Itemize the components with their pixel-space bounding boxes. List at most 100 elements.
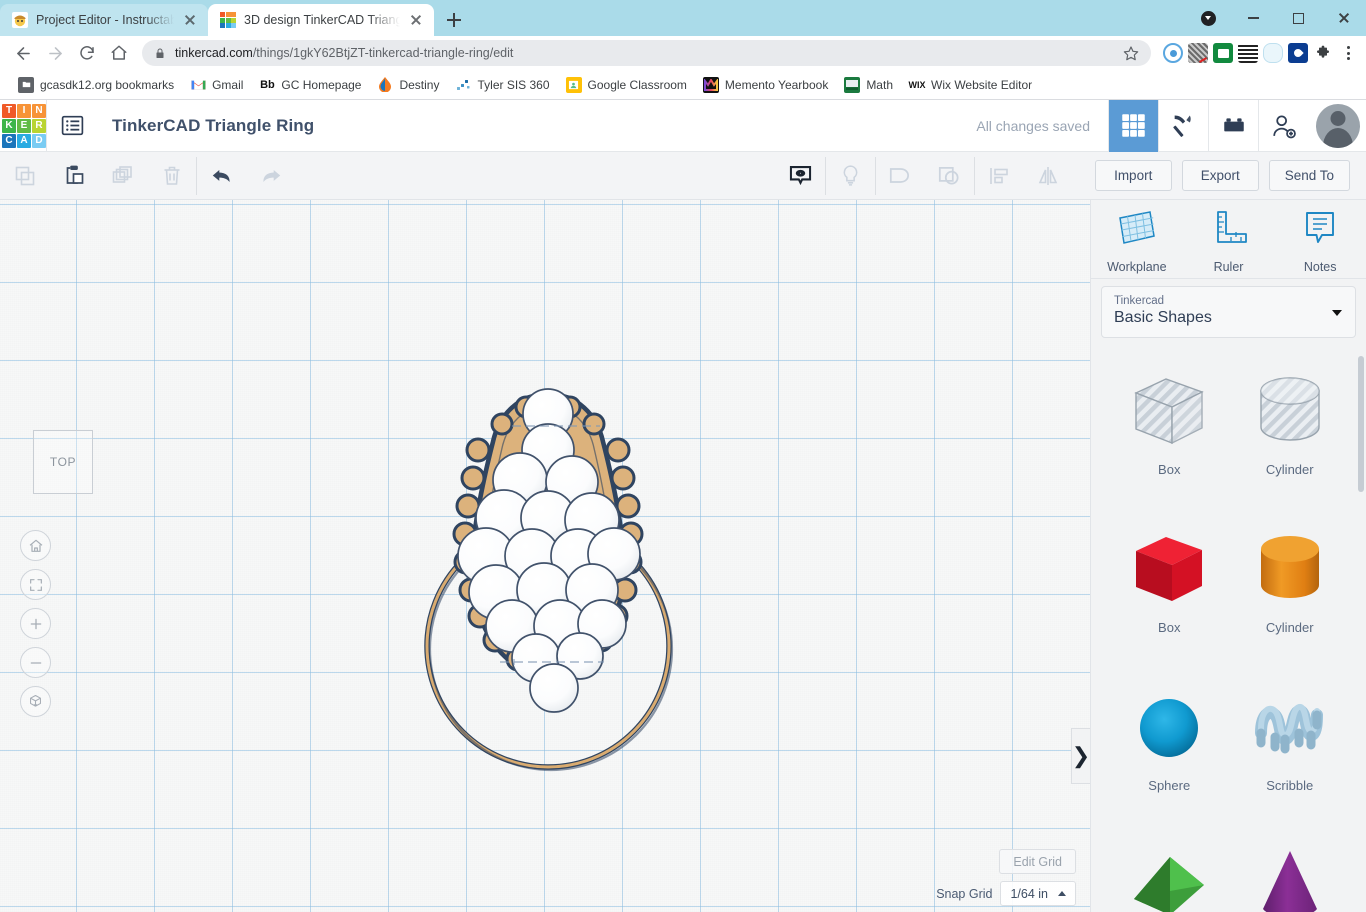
browser-tab-strip: Project Editor - Instructables 3D design… [0, 0, 1366, 36]
qr-code-icon[interactable] [1238, 43, 1258, 63]
workplane-canvas[interactable]: TOP Edit Grid Snap Grid [0, 200, 1090, 912]
perspective-toggle-button[interactable] [20, 686, 51, 717]
address-bar[interactable]: tinkercad.com/things/1gkY62BtjZT-tinkerc… [142, 40, 1151, 66]
puzzle-icon[interactable] [1313, 43, 1333, 63]
chevron-up-icon [1058, 891, 1066, 896]
ruler-tool[interactable]: Ruler [1183, 208, 1275, 278]
logo-cell: I [17, 104, 31, 118]
notes-tool[interactable]: Notes [1274, 208, 1366, 278]
hint-button[interactable] [826, 152, 875, 200]
new-tab-button[interactable] [440, 6, 468, 34]
logo-cell: K [2, 119, 16, 133]
minimize-icon[interactable] [1231, 0, 1276, 36]
panel-collapse-button[interactable]: ❯ [1071, 728, 1090, 784]
maximize-icon[interactable] [1276, 0, 1321, 36]
bookmark-item[interactable]: WIX Wix Website Editor [901, 73, 1040, 97]
shapes-panel: Workplane Ruler Notes Tinkercad Basic Sh… [1090, 200, 1366, 912]
shape-item-hollow-cylinder[interactable]: Cylinder [1230, 366, 1351, 518]
workplane-tool[interactable]: Workplane [1091, 208, 1183, 278]
shapes-scrollbar[interactable] [1358, 356, 1364, 492]
ring-model[interactable] [0, 200, 1090, 912]
avatar[interactable] [1316, 104, 1360, 148]
app-header: T I N K E R C A D TinkerCAD Triangle Rin… [0, 100, 1366, 152]
home-icon[interactable] [104, 38, 134, 68]
export-button[interactable]: Export [1182, 160, 1259, 191]
zoom-out-button[interactable] [20, 647, 51, 678]
record-icon[interactable] [1163, 43, 1183, 63]
shape-item-cone[interactable]: Cone [1230, 840, 1351, 912]
chevron-right-icon: ❯ [1072, 745, 1090, 767]
delete-button[interactable] [147, 152, 196, 200]
tinkercad-logo-icon[interactable]: T I N K E R C A D [0, 100, 46, 152]
duplicate-button[interactable] [98, 152, 147, 200]
bookmark-item[interactable]: Gmail [182, 73, 251, 97]
bookmark-item[interactable]: Destiny [369, 73, 447, 97]
home-view-button[interactable] [20, 530, 51, 561]
mirror-button[interactable] [1024, 152, 1073, 200]
scribble-icon [1244, 682, 1336, 774]
undo-button[interactable] [197, 152, 246, 200]
ungroup-button[interactable] [925, 152, 974, 200]
shape-item-cylinder[interactable]: Cylinder [1230, 524, 1351, 676]
browser-tab-2[interactable]: 3D design TinkerCAD Triangle Ri [208, 4, 434, 36]
shape-item-hollow-box[interactable]: Box [1109, 366, 1230, 518]
canvas-navigation-controls [20, 530, 51, 717]
codeblocks-button[interactable] [1158, 100, 1208, 152]
shape-item-roof[interactable]: Roof [1109, 840, 1230, 912]
logo-cell: C [2, 134, 16, 148]
shape-item-scribble[interactable]: Scribble [1230, 682, 1351, 834]
view-cube-label: TOP [50, 455, 76, 469]
bookmark-item[interactable]: Bb GC Homepage [251, 73, 369, 97]
downloads-icon[interactable] [1186, 0, 1231, 36]
snap-grid-label: Snap Grid [936, 887, 992, 901]
bookmark-item[interactable]: Google Classroom [558, 73, 695, 97]
close-icon[interactable] [408, 12, 424, 28]
send-to-button[interactable]: Send To [1269, 160, 1350, 191]
zoom-in-button[interactable] [20, 608, 51, 639]
fit-to-view-button[interactable] [20, 569, 51, 600]
shape-library-select[interactable]: Tinkercad Basic Shapes [1101, 286, 1356, 338]
redo-button[interactable] [246, 152, 295, 200]
view-tool-group [776, 152, 1073, 200]
lego-brick-button[interactable] [1208, 100, 1258, 152]
word-cloud-icon[interactable] [1263, 43, 1283, 63]
import-button[interactable]: Import [1095, 160, 1172, 191]
reload-icon[interactable] [72, 38, 102, 68]
edit-grid-button[interactable]: Edit Grid [999, 849, 1076, 874]
browser-tab-1[interactable]: Project Editor - Instructables [0, 4, 208, 36]
shape-label: Cylinder [1266, 462, 1314, 477]
bookmark-item[interactable]: gcasdk12.org bookmarks [10, 73, 182, 97]
screenshot-icon[interactable] [1188, 43, 1208, 63]
list-menu-icon[interactable] [46, 100, 98, 152]
close-icon[interactable] [1321, 0, 1366, 36]
main-area: TOP Edit Grid Snap Grid [0, 200, 1366, 912]
snap-grid-select[interactable]: 1/64 in [1000, 881, 1076, 906]
copy-button[interactable] [0, 152, 49, 200]
show-hide-button[interactable] [776, 152, 825, 200]
logo-cell: N [32, 104, 46, 118]
align-button[interactable] [975, 152, 1024, 200]
shape-label: Scribble [1266, 778, 1313, 793]
star-icon[interactable] [1123, 45, 1139, 61]
green-doc-icon[interactable] [1213, 43, 1233, 63]
menu-dots-icon[interactable] [1338, 43, 1358, 63]
cone-icon [1244, 840, 1336, 912]
back-arrow-icon[interactable] [8, 38, 38, 68]
grid-view-button[interactable] [1108, 100, 1158, 152]
bookmark-item[interactable]: Math [836, 73, 901, 97]
blue-drop-icon[interactable] [1288, 43, 1308, 63]
shape-item-sphere[interactable]: Sphere [1109, 682, 1230, 834]
close-icon[interactable] [182, 12, 198, 28]
logo-cell: T [2, 104, 16, 118]
bookmark-item[interactable]: Tyler SIS 360 [447, 73, 557, 97]
page-title[interactable]: TinkerCAD Triangle Ring [98, 116, 314, 136]
url-path: /things/1gkY62BtjZT-tinkercad-triangle-r… [253, 46, 514, 60]
add-person-button[interactable] [1258, 100, 1308, 152]
group-button[interactable] [876, 152, 925, 200]
forward-arrow-icon[interactable] [40, 38, 70, 68]
paste-button[interactable] [49, 152, 98, 200]
bookmark-item[interactable]: Memento Yearbook [695, 73, 836, 97]
view-cube[interactable]: TOP [33, 430, 93, 494]
shape-item-box[interactable]: Box [1109, 524, 1230, 676]
snap-grid-row: Snap Grid 1/64 in [936, 881, 1076, 906]
